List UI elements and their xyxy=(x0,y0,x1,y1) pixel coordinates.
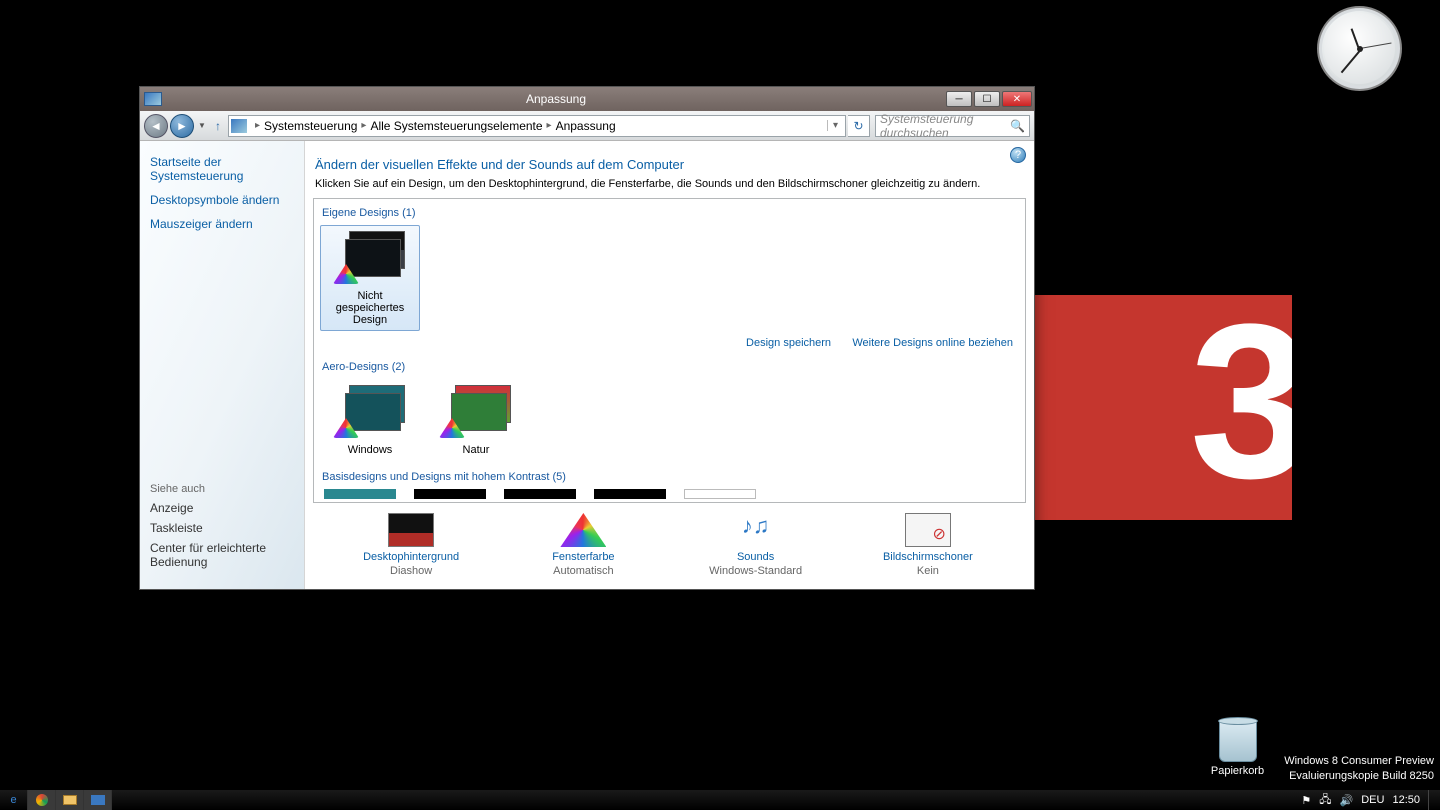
theme-unsaved[interactable]: Nicht gespeichertes Design xyxy=(320,225,420,331)
personalization-window: Anpassung ─ ☐ ✕ ◄ ► ▼ ↑ ▸ Systemsteuerun… xyxy=(139,86,1035,590)
system-tray[interactable]: ⚑ 🖧 🔊 DEU 12:50 xyxy=(1295,790,1440,810)
option-desktop-background[interactable]: Desktophintergrund Diashow xyxy=(341,513,481,577)
maximize-button[interactable]: ☐ xyxy=(974,91,1000,107)
taskbar-ie[interactable]: e xyxy=(0,790,28,810)
group-aero: Aero-Designs (2) xyxy=(322,361,1017,373)
clock-gadget[interactable] xyxy=(1317,6,1402,91)
recycle-bin-icon xyxy=(1219,720,1257,762)
seealso-display[interactable]: Anzeige xyxy=(150,501,294,515)
group-my-themes: Eigene Designs (1) xyxy=(322,207,1017,219)
theme-label: Windows xyxy=(324,444,416,456)
chrome-icon xyxy=(36,794,48,806)
ie-icon: e xyxy=(10,794,16,806)
desktop-background-icon xyxy=(388,513,434,547)
window-color-icon xyxy=(560,513,606,547)
taskbar-personalization[interactable] xyxy=(84,790,112,810)
recycle-bin[interactable]: Papierkorb xyxy=(1200,720,1275,777)
bottom-bar: Desktophintergrund Diashow Fensterfarbe … xyxy=(305,505,1034,581)
recycle-bin-label: Papierkorb xyxy=(1200,765,1275,777)
theme-basic-peek[interactable] xyxy=(324,489,396,499)
close-button[interactable]: ✕ xyxy=(1002,91,1032,107)
refresh-button[interactable]: ↻ xyxy=(848,115,870,137)
group-basic: Basisdesigns und Designs mit hohem Kontr… xyxy=(322,471,1017,483)
option-window-color[interactable]: Fensterfarbe Automatisch xyxy=(513,513,653,577)
window-title: Anpassung xyxy=(166,92,946,106)
folder-icon xyxy=(63,795,77,805)
windows-watermark: Windows 8 Consumer Preview Evaluierungsk… xyxy=(1284,754,1434,784)
sidebar: Startseite der Systemsteuerung Desktopsy… xyxy=(140,141,305,589)
network-icon[interactable]: 🖧 xyxy=(1319,791,1331,810)
taskbar[interactable]: e ⚑ 🖧 🔊 DEU 12:50 xyxy=(0,790,1440,810)
page-heading: Ändern der visuellen Effekte und der Sou… xyxy=(305,141,1034,178)
breadcrumb-part[interactable]: Systemsteuerung xyxy=(264,119,357,133)
show-desktop[interactable] xyxy=(1428,790,1434,810)
theme-label: Nicht gespeichertes Design xyxy=(324,290,416,326)
option-screensaver[interactable]: Bildschirmschoner Kein xyxy=(858,513,998,577)
forward-button[interactable]: ► xyxy=(170,114,194,138)
back-button[interactable]: ◄ xyxy=(144,114,168,138)
seealso-ease-of-access[interactable]: Center für erleichterte Bedienung xyxy=(150,541,294,569)
themes-list[interactable]: Eigene Designs (1) Nicht gespeichertes D… xyxy=(313,198,1026,503)
theme-windows[interactable]: Windows xyxy=(320,379,420,461)
breadcrumb-part[interactable]: Anpassung xyxy=(556,119,616,133)
screensaver-icon xyxy=(905,513,951,547)
option-sounds[interactable]: ♪♫ Sounds Windows-Standard xyxy=(686,513,826,577)
navbar: ◄ ► ▼ ↑ ▸ Systemsteuerung ▸ Alle Systems… xyxy=(140,111,1034,141)
link-more-themes[interactable]: Weitere Designs online beziehen xyxy=(852,337,1013,349)
flag-icon[interactable]: ⚑ xyxy=(1301,794,1311,807)
theme-nature[interactable]: Natur xyxy=(426,379,526,461)
breadcrumb[interactable]: ▸ Systemsteuerung ▸ Alle Systemsteuerung… xyxy=(228,115,846,137)
minimize-button[interactable]: ─ xyxy=(946,91,972,107)
search-icon: 🔍 xyxy=(1010,119,1025,133)
theme-basic-peek[interactable] xyxy=(684,489,756,499)
help-icon[interactable]: ? xyxy=(1010,147,1026,163)
breadcrumb-part[interactable]: Alle Systemsteuerungselemente xyxy=(370,119,542,133)
search-input[interactable]: Systemsteuerung durchsuchen 🔍 xyxy=(875,115,1030,137)
language-indicator[interactable]: DEU xyxy=(1361,794,1384,806)
window-icon xyxy=(144,92,162,106)
seealso-taskbar[interactable]: Taskleiste xyxy=(150,521,294,535)
link-save-theme[interactable]: Design speichern xyxy=(746,337,831,349)
history-dropdown[interactable]: ▼ xyxy=(196,116,208,136)
taskbar-chrome[interactable] xyxy=(28,790,56,810)
theme-basic-peek[interactable] xyxy=(414,489,486,499)
sounds-icon: ♪♫ xyxy=(733,513,779,547)
seealso-header: Siehe auch xyxy=(150,483,294,495)
theme-label: Natur xyxy=(430,444,522,456)
taskbar-explorer[interactable] xyxy=(56,790,84,810)
up-button[interactable]: ↑ xyxy=(210,118,226,134)
sidebar-link-home[interactable]: Startseite der Systemsteuerung xyxy=(150,155,294,183)
personalization-icon xyxy=(91,795,105,805)
page-subtext: Klicken Sie auf ein Design, um den Deskt… xyxy=(305,178,1034,196)
clock-time[interactable]: 12:50 xyxy=(1392,794,1420,806)
theme-basic-peek[interactable] xyxy=(594,489,666,499)
desktop-wallpaper: 3 xyxy=(1032,295,1292,520)
speaker-icon[interactable]: 🔊 xyxy=(1340,794,1354,807)
theme-basic-peek[interactable] xyxy=(504,489,576,499)
breadcrumb-icon xyxy=(231,119,247,133)
sidebar-link-mouse-pointer[interactable]: Mauszeiger ändern xyxy=(150,217,294,231)
main-area: ? Ändern der visuellen Effekte und der S… xyxy=(305,141,1034,589)
titlebar[interactable]: Anpassung ─ ☐ ✕ xyxy=(140,87,1034,111)
sidebar-link-desktop-icons[interactable]: Desktopsymbole ändern xyxy=(150,193,294,207)
